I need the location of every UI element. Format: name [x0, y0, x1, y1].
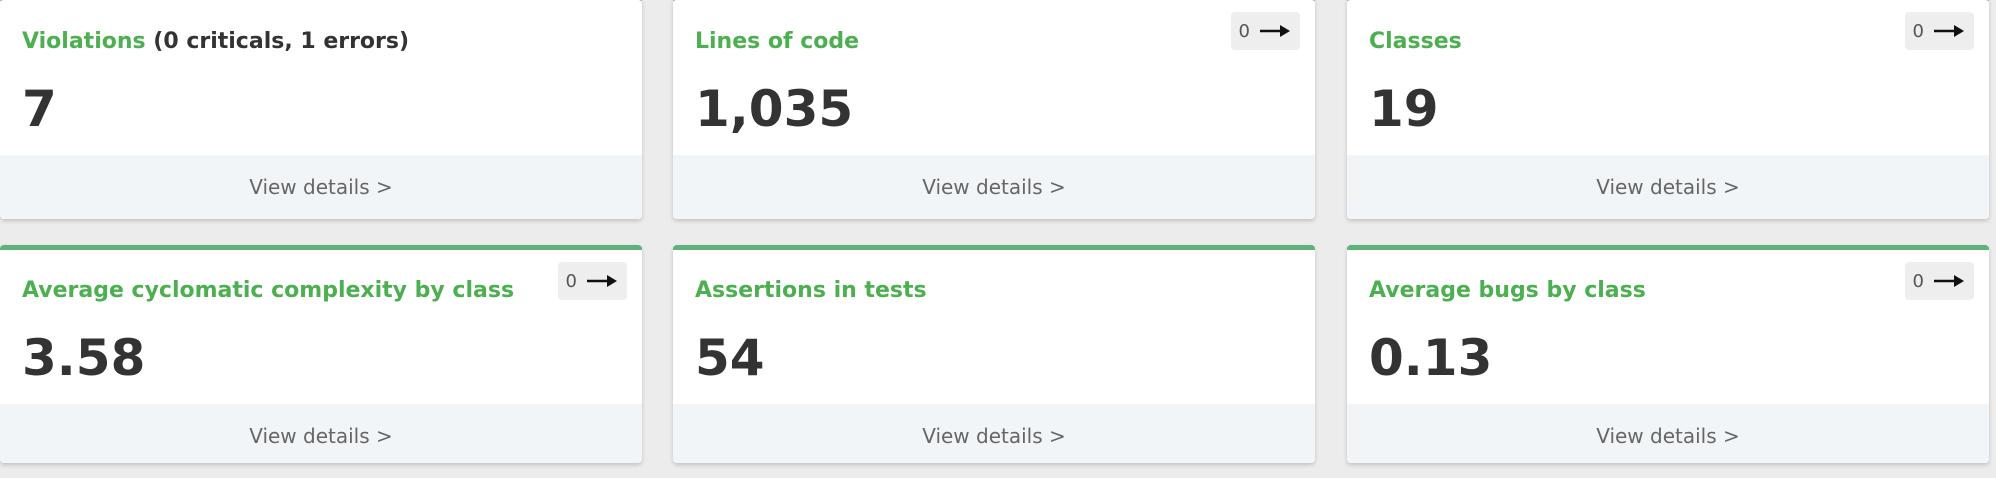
card-body: Average cyclomatic complexity by class 3… — [0, 250, 642, 404]
metric-card-violations: Violations (0 criticals, 1 errors) 7 Vie… — [0, 0, 642, 219]
trend-value: 0 — [565, 270, 577, 292]
metric-card-avg-cyclomatic-complexity: Average cyclomatic complexity by class 3… — [0, 245, 642, 463]
card-title: Lines of code — [695, 29, 860, 54]
card-title: Classes — [1369, 29, 1462, 54]
arrow-right-icon — [1260, 25, 1290, 37]
card-value: 19 — [1369, 80, 1439, 138]
card-title-label: Violations — [22, 29, 146, 54]
view-details-link[interactable]: View details > — [673, 404, 1315, 463]
card-title-extra: (0 criticals, 1 errors) — [153, 29, 410, 54]
card-body: Lines of code 1,035 0 — [673, 0, 1315, 155]
view-details-link[interactable]: View details > — [0, 155, 642, 219]
metric-card-avg-bugs-by-class: Average bugs by class 0.13 0 View detail… — [1347, 245, 1989, 463]
card-title: Assertions in tests — [695, 278, 927, 303]
view-details-link[interactable]: View details > — [0, 404, 642, 463]
trend-badge[interactable]: 0 — [1904, 262, 1974, 300]
view-details-link[interactable]: View details > — [1347, 155, 1989, 219]
trend-value: 0 — [1912, 20, 1924, 42]
card-title: Average cyclomatic complexity by class — [22, 278, 515, 303]
card-title: Violations (0 criticals, 1 errors) — [22, 27, 620, 57]
arrow-right-icon — [1934, 275, 1964, 287]
metric-card-classes: Classes 19 0 View details > — [1347, 0, 1989, 219]
card-value: 3.58 — [22, 329, 146, 387]
trend-badge[interactable]: 0 — [1230, 12, 1300, 50]
metric-card-lines-of-code: Lines of code 1,035 0 View details > — [673, 0, 1315, 219]
view-details-link[interactable]: View details > — [673, 155, 1315, 219]
card-body: Violations (0 criticals, 1 errors) 7 — [0, 0, 642, 155]
card-value: 1,035 — [695, 80, 854, 138]
trend-badge[interactable]: 0 — [1904, 12, 1974, 50]
metric-card-assertions-in-tests: Assertions in tests 54 View details > — [673, 245, 1315, 463]
card-value: 54 — [695, 329, 765, 387]
card-value: 7 — [22, 80, 57, 138]
arrow-right-icon — [587, 275, 617, 287]
trend-badge[interactable]: 0 — [557, 262, 627, 300]
trend-value: 0 — [1912, 270, 1924, 292]
trend-value: 0 — [1238, 20, 1250, 42]
arrow-right-icon — [1934, 25, 1964, 37]
card-body: Average bugs by class 0.13 0 — [1347, 250, 1989, 404]
card-body: Assertions in tests 54 — [673, 250, 1315, 404]
view-details-link[interactable]: View details > — [1347, 404, 1989, 463]
card-value: 0.13 — [1369, 329, 1493, 387]
card-title: Average bugs by class — [1369, 278, 1646, 303]
card-body: Classes 19 0 — [1347, 0, 1989, 155]
